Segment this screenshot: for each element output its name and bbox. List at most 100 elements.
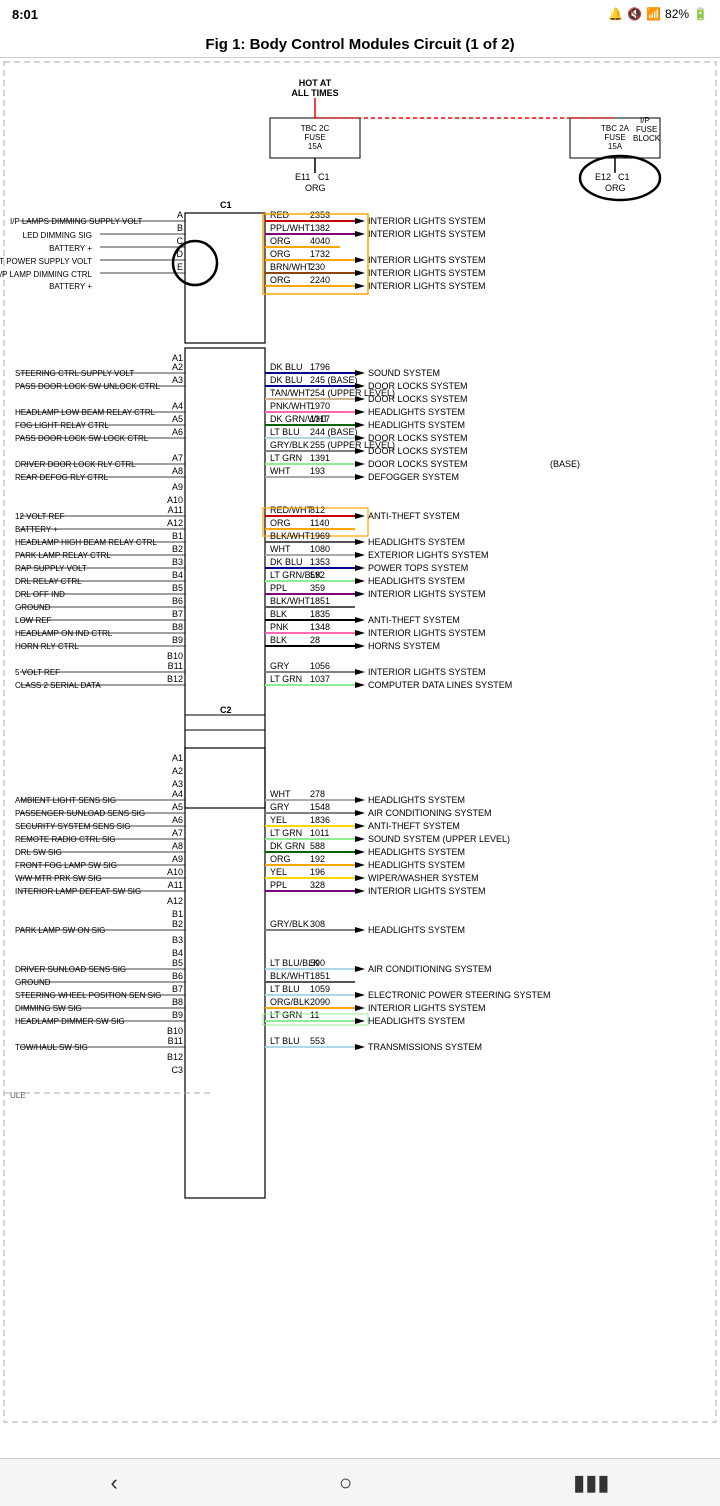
svg-text:HEADLAMP DIMMER SW SIG: HEADLAMP DIMMER SW SIG [15,1017,125,1026]
svg-text:LT BLU: LT BLU [270,427,300,437]
svg-text:A5: A5 [172,802,183,812]
svg-text:PASSENGER SUNLOAD SENS SIG: PASSENGER SUNLOAD SENS SIG [15,809,145,818]
svg-text:A8: A8 [172,841,183,851]
svg-text:A4: A4 [172,789,183,799]
svg-text:B6: B6 [172,971,183,981]
svg-text:SECURITY SYSTEM SENS SIG: SECURITY SYSTEM SENS SIG [15,822,130,831]
svg-text:GROUND: GROUND [15,978,51,987]
svg-text:INTERIOR LIGHTS SYSTEM: INTERIOR LIGHTS SYSTEM [368,255,486,265]
svg-text:LT GRN: LT GRN [270,828,302,838]
svg-text:1011: 1011 [310,828,329,838]
svg-text:B4: B4 [172,948,183,958]
svg-text:DK BLU: DK BLU [270,375,303,385]
svg-text:PPL: PPL [270,583,287,593]
svg-text:244 (BASE): 244 (BASE) [310,427,358,437]
svg-text:A8: A8 [172,466,183,476]
wifi-icon: 📶 [646,7,661,21]
svg-text:BLK/WHT: BLK/WHT [270,971,311,981]
svg-text:REAR DEFOG RLY CTRL: REAR DEFOG RLY CTRL [15,473,109,482]
svg-text:B2: B2 [172,544,183,554]
svg-text:B8: B8 [172,622,183,632]
svg-text:GRY/BLK: GRY/BLK [270,440,309,450]
svg-text:E: E [177,262,183,272]
svg-text:5 VOLT REF: 5 VOLT REF [15,668,60,677]
svg-text:PPL/WHT: PPL/WHT [270,223,311,233]
svg-text:ELECTRONIC POWER STEERING SYST: ELECTRONIC POWER STEERING SYSTEM [368,990,551,1000]
svg-text:EXTERIOR LIGHTS SYSTEM: EXTERIOR LIGHTS SYSTEM [368,550,489,560]
svg-text:A9: A9 [172,854,183,864]
svg-text:A3: A3 [172,375,183,385]
svg-text:SOUND SYSTEM: SOUND SYSTEM [368,368,440,378]
svg-text:A10: A10 [167,867,183,877]
svg-text:BRN/WHT: BRN/WHT [270,262,312,272]
svg-text:2240: 2240 [310,275,330,285]
svg-text:E12: E12 [595,172,611,182]
svg-text:A: A [177,210,183,220]
svg-text:PPL: PPL [270,880,287,890]
svg-text:INADVERTENT POWER SUPPLY VOLT: INADVERTENT POWER SUPPLY VOLT [0,257,92,266]
svg-text:B12: B12 [167,674,183,684]
svg-text:INTERIOR LIGHTS SYSTEM: INTERIOR LIGHTS SYSTEM [368,281,486,291]
svg-text:SOUND SYSTEM (UPPER LEVEL): SOUND SYSTEM (UPPER LEVEL) [368,834,510,844]
svg-text:A3: A3 [172,779,183,789]
svg-text:C: C [177,236,184,246]
svg-text:HEADLIGHTS SYSTEM: HEADLIGHTS SYSTEM [368,795,465,805]
svg-text:A11: A11 [168,505,183,515]
svg-text:278: 278 [310,789,325,799]
svg-text:YEL: YEL [270,815,287,825]
svg-text:592: 592 [310,570,325,580]
svg-text:CLASS 2 SERIAL DATA: CLASS 2 SERIAL DATA [15,681,101,690]
svg-text:HEADLIGHTS SYSTEM: HEADLIGHTS SYSTEM [368,576,465,586]
home-button[interactable]: ○ [307,1462,384,1504]
svg-text:1037: 1037 [310,674,330,684]
svg-text:LED DIMMING SIG: LED DIMMING SIG [23,231,92,240]
svg-text:A12: A12 [167,518,183,528]
svg-text:BLK/WHT: BLK/WHT [270,596,311,606]
svg-text:ORG: ORG [270,249,291,259]
svg-text:B8: B8 [172,997,183,1007]
svg-text:192: 192 [310,854,325,864]
svg-text:PNK: PNK [270,622,289,632]
svg-text:1970: 1970 [310,401,330,411]
svg-text:LT BLU: LT BLU [270,984,300,994]
svg-text:POWER TOPS SYSTEM: POWER TOPS SYSTEM [368,563,468,573]
svg-text:AIR CONDITIONING SYSTEM: AIR CONDITIONING SYSTEM [368,808,492,818]
svg-text:INTERIOR LIGHTS SYSTEM: INTERIOR LIGHTS SYSTEM [368,229,486,239]
svg-text:B12: B12 [167,1052,183,1062]
svg-text:INTERIOR LIGHTS SYSTEM: INTERIOR LIGHTS SYSTEM [368,268,486,278]
svg-text:C1: C1 [220,200,232,210]
svg-text:1317: 1317 [310,414,330,424]
svg-text:B6: B6 [172,596,183,606]
svg-text:ORG: ORG [605,183,626,193]
back-button[interactable]: ‹ [79,1462,150,1504]
svg-text:A12: A12 [167,896,183,906]
svg-text:BLK: BLK [270,635,287,645]
svg-text:1391: 1391 [310,453,330,463]
svg-text:COMPUTER DATA LINES SYSTEM: COMPUTER DATA LINES SYSTEM [368,680,512,690]
svg-text:553: 553 [310,1036,325,1046]
svg-text:B3: B3 [172,935,183,945]
svg-text:1382: 1382 [310,223,330,233]
status-time: 8:01 [12,7,38,22]
svg-text:28: 28 [310,635,320,645]
svg-text:15A: 15A [308,142,323,151]
svg-text:B1: B1 [172,531,183,541]
svg-text:E11: E11 [295,172,310,182]
svg-text:B1: B1 [172,909,183,919]
svg-text:FRONT FOG LAMP SW SIG: FRONT FOG LAMP SW SIG [15,861,117,870]
svg-text:TAN/WHT: TAN/WHT [270,388,311,398]
svg-text:PARK LAMP SW ON SIG: PARK LAMP SW ON SIG [15,926,105,935]
svg-text:C1: C1 [618,172,630,182]
svg-text:A10: A10 [167,495,183,505]
svg-text:230: 230 [310,262,325,272]
svg-text:2090: 2090 [310,997,330,1007]
diagram-area: HOT AT ALL TIMES TBC 2C FUSE 15A E11 C1 … [0,58,720,1441]
recent-button[interactable]: ▮▮▮ [541,1462,641,1504]
battery-text: 82% [665,7,689,21]
svg-text:BATTERY +: BATTERY + [49,244,92,253]
svg-text:LT GRN: LT GRN [270,453,302,463]
svg-text:DOOR LOCKS SYSTEM: DOOR LOCKS SYSTEM [368,446,468,456]
svg-text:A6: A6 [172,427,183,437]
svg-text:B10: B10 [167,1026,183,1036]
svg-text:AMBIENT LIGHT SENS SIG: AMBIENT LIGHT SENS SIG [15,796,116,805]
